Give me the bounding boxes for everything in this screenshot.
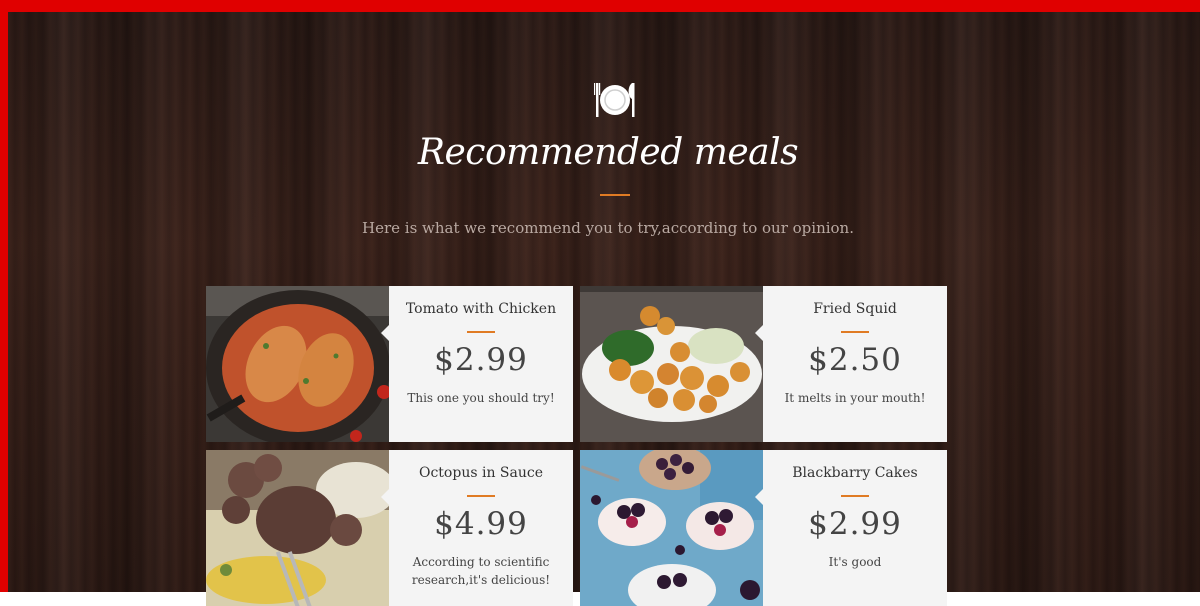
- meal-info: Blackbarry Cakes $2.99 It's good: [763, 450, 947, 606]
- meal-divider: [467, 495, 495, 497]
- meal-name: Tomato with Chicken: [405, 301, 557, 317]
- meal-divider: [841, 331, 869, 333]
- meal-divider: [841, 495, 869, 497]
- meal-description: It melts in your mouth!: [784, 391, 926, 405]
- meal-price: $2.99: [808, 506, 902, 542]
- meal-divider: [467, 331, 495, 333]
- meal-name: Fried Squid: [813, 301, 897, 317]
- title-divider: [600, 194, 630, 196]
- meal-description: It's good: [828, 555, 882, 569]
- meal-price: $4.99: [434, 506, 528, 542]
- meal-card-fried-squid[interactable]: Fried Squid $2.50 It melts in your mouth…: [580, 286, 947, 442]
- meal-info: Octopus in Sauce $4.99 According to scie…: [389, 450, 573, 606]
- octopus-sauce-photo: [206, 450, 396, 606]
- meal-price: $2.99: [434, 342, 528, 378]
- fried-squid-plate-photo: [580, 286, 763, 442]
- meal-info: Fried Squid $2.50 It melts in your mouth…: [763, 286, 947, 442]
- meal-card-tomato-chicken[interactable]: Tomato with Chicken $2.99 This one you s…: [206, 286, 573, 442]
- page-title: Recommended meals: [417, 132, 799, 173]
- page-subtitle: Here is what we recommend you to try,acc…: [362, 219, 854, 237]
- meal-card-blackberry-cakes[interactable]: Blackbarry Cakes $2.99 It's good: [580, 450, 947, 606]
- plate-cutlery-icon: [594, 79, 636, 119]
- meal-info: Tomato with Chicken $2.99 This one you s…: [389, 286, 573, 442]
- meal-description: This one you should try!: [407, 391, 555, 405]
- chicken-tomato-skillet-photo: [206, 286, 391, 442]
- meal-name: Octopus in Sauce: [418, 465, 543, 481]
- meal-price: $2.50: [808, 342, 902, 378]
- page-frame: Recommended meals Here is what we recomm…: [0, 0, 1200, 606]
- blackberry-cakes-photo: [580, 450, 763, 606]
- meal-description: According to scientific research,it's de…: [411, 555, 551, 587]
- meal-name: Blackbarry Cakes: [792, 465, 918, 481]
- meal-card-octopus-sauce[interactable]: Octopus in Sauce $4.99 According to scie…: [206, 450, 573, 606]
